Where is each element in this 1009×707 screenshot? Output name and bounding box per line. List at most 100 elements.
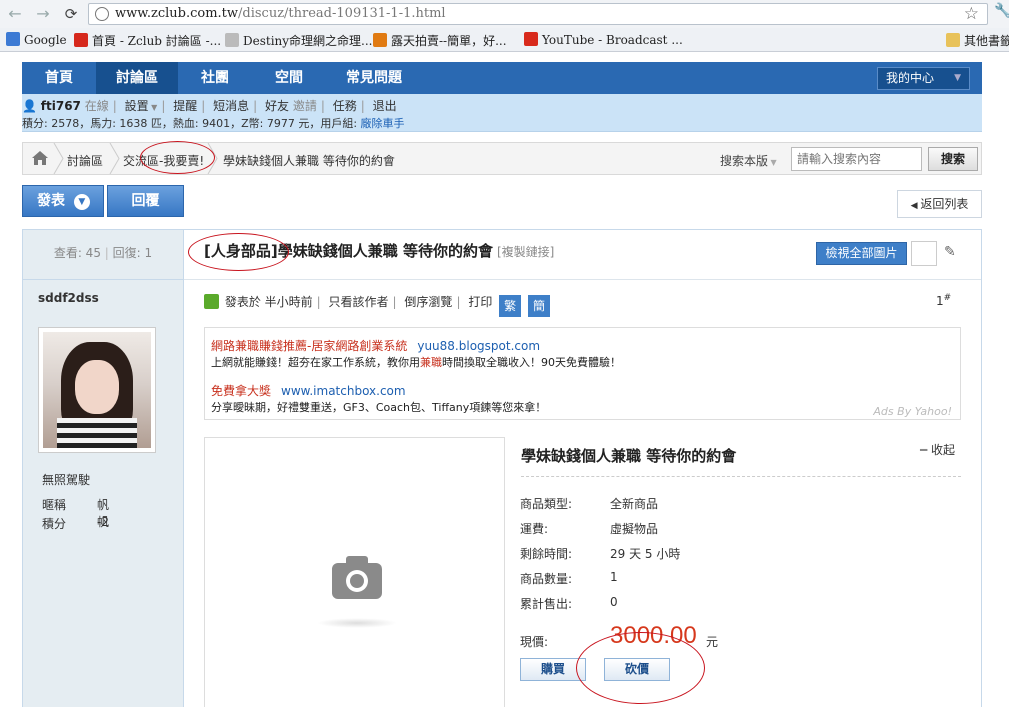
bookmark-google[interactable]: Google (6, 32, 67, 47)
thread-panel: 查看: 45 | 回復: 1 sddf2dss 無照駕駛 暱稱 帆帆 積分 -2 [… (22, 229, 982, 707)
sold-value: 0 (610, 595, 618, 609)
print-link[interactable]: 打印 (468, 295, 492, 309)
bookmarks-bar: Google 首頁 - Zclub 討論區 -... Destiny命理網之命理… (0, 28, 1009, 52)
bookmark-other[interactable]: 其他書籤 (946, 32, 1009, 49)
quantity-label: 商品數量: (520, 572, 573, 586)
crumb-board[interactable]: 交流區-我要賣! (123, 152, 204, 169)
new-post-label: 發表 (37, 193, 65, 209)
ads-by-label[interactable]: Ads By Yahoo! (873, 405, 952, 418)
folder-icon (946, 33, 960, 47)
globe-icon (95, 7, 109, 21)
triangle-left-icon: ◀ (910, 201, 921, 211)
user-icon: 👤 (22, 99, 37, 113)
sold-label: 累計售出: (520, 597, 573, 611)
logout-link[interactable]: 退出 (373, 99, 397, 113)
messages-link[interactable]: 短消息 (213, 99, 249, 113)
friends-link[interactable]: 好友 (265, 99, 289, 113)
chevron-right-icon (109, 143, 120, 174)
bookmark-zclub[interactable]: 首頁 - Zclub 討論區 -... (74, 32, 221, 49)
ad-box: 網路兼職賺錢推薦-居家網路創業系統 yuu88.blogspot.com 上網就能… (204, 327, 961, 420)
my-center-label: 我的中心 (886, 71, 935, 85)
price-unit: 元 (706, 635, 719, 649)
bookmark-destiny[interactable]: Destiny命理網之命理... (225, 32, 373, 49)
copy-link[interactable]: [複製鏈接] (497, 245, 554, 259)
ad-1-title[interactable]: 網路兼職賺錢推薦-居家網路創業系統 yuu88.blogspot.com (211, 337, 540, 354)
bookmark-ruten[interactable]: 露天拍賣--簡單，好... (373, 32, 507, 49)
chevron-down-icon: ▼ (954, 73, 961, 83)
price-label: 現價: (520, 635, 549, 649)
tasks-link[interactable]: 任務 (333, 99, 357, 113)
price-value: 3000.00 (610, 622, 697, 649)
product-type-label: 商品類型: (520, 497, 573, 511)
url-host: www.zclub.com.tw (115, 6, 239, 21)
view-all-images-button[interactable]: 檢視全部圖片 (816, 242, 907, 265)
bookmark-star-icon[interactable]: ☆ (964, 4, 979, 24)
my-center-menu[interactable]: 我的中心 ▼ (877, 67, 970, 90)
wrench-icon[interactable]: 🔧 (994, 3, 1009, 19)
avatar-photo (43, 332, 151, 448)
product-title: 學妹缺錢個人兼職 等待你的約會 (521, 447, 737, 465)
new-post-button[interactable]: 發表 ▼ (22, 185, 104, 217)
replies-count: 回復: 1 (112, 246, 153, 260)
chevron-right-icon (53, 143, 64, 174)
only-author-link[interactable]: 只看該作者 (329, 295, 389, 309)
crumb-forum[interactable]: 討論區 (67, 152, 103, 169)
credits-text: 積分: 2578，馬力: 1638 匹，熱血: 9401，Z幣: 7977 元，… (22, 117, 361, 130)
bookmark-youtube[interactable]: YouTube - Broadcast ... (524, 32, 683, 47)
search-scope-select[interactable]: 搜索本版 ▼ (720, 152, 777, 169)
pen-icon[interactable]: ✎ (944, 244, 956, 260)
thread-stats: 查看: 45 | 回復: 1 (23, 230, 183, 280)
home-icon[interactable] (31, 150, 49, 166)
shipping-value: 虛擬物品 (610, 522, 659, 536)
invite-link[interactable]: 邀請 (293, 99, 317, 113)
simplified-chinese-button[interactable]: 簡 (527, 295, 550, 317)
topic-header: [人身部品]學妹缺錢個人兼職 等待你的約會 [複製鏈接] 檢視全部圖片 ✎ (184, 230, 981, 280)
avatar[interactable] (38, 327, 156, 453)
reply-button[interactable]: 回覆 (107, 185, 184, 217)
post-status-icon (204, 294, 219, 309)
camera-icon (332, 556, 382, 599)
reload-icon[interactable]: ⟳ (60, 3, 82, 25)
username-link[interactable]: fti767 (41, 99, 81, 113)
back-icon[interactable]: ← (4, 3, 26, 25)
browser-toolbar: ← → ⟳ www.zclub.com.tw/discuz/thread-109… (0, 0, 1009, 28)
buy-button[interactable]: 購買 (520, 658, 586, 681)
crumb-thread: 學妹缺錢個人兼職 等待你的約會 (223, 154, 395, 168)
back-to-list-button[interactable]: ◀ 返回列表 (897, 190, 982, 218)
search-button[interactable]: 搜索 (928, 147, 978, 171)
traditional-chinese-button[interactable]: 繁 (499, 295, 522, 317)
settings-link[interactable]: 設置 (125, 99, 149, 113)
ad-2-title[interactable]: 免費拿大獎 www.imatchbox.com (211, 382, 406, 399)
url-path: /discuz/thread-109131-1-1.html (238, 6, 446, 21)
google-icon (6, 32, 20, 46)
destiny-icon (225, 33, 239, 47)
mini-button[interactable] (911, 241, 937, 266)
user-bar: 👤 fti767 在線 | 設置 ▼ | 提醒 | 短消息 | 好友 邀請 | 任務 | 退… (22, 94, 982, 132)
nav-forum[interactable]: 討論區 (96, 62, 178, 94)
nav-home[interactable]: 首頁 (22, 62, 96, 94)
author-name[interactable]: sddf2dss (38, 291, 99, 305)
search-input[interactable] (791, 147, 922, 171)
nav-faq[interactable]: 常見問題 (326, 62, 422, 94)
address-bar[interactable]: www.zclub.com.tw/discuz/thread-109131-1-… (88, 3, 988, 25)
online-status: 在線 (84, 99, 109, 113)
topic-title: [人身部品]學妹缺錢個人兼職 等待你的約會 [複製鏈接] (204, 240, 554, 261)
floor-number[interactable]: 1# (936, 293, 951, 308)
product-type-value: 全新商品 (610, 497, 659, 511)
forward-icon[interactable]: → (32, 3, 54, 25)
reminders-link[interactable]: 提醒 (173, 99, 197, 113)
nav-clubs[interactable]: 社團 (178, 62, 252, 94)
chevron-right-icon (207, 143, 218, 174)
topic-title-text: 學妹缺錢個人兼職 等待你的約會 (277, 242, 493, 260)
quantity-value: 1 (610, 570, 618, 584)
nav-space[interactable]: 空間 (252, 62, 326, 94)
bargain-button[interactable]: 砍價 (604, 658, 670, 681)
author-field-nickname: 暱稱 帆帆 (42, 498, 110, 529)
product-image-placeholder[interactable] (204, 437, 505, 707)
collapse-toggle[interactable]: ━ 收起 (920, 441, 955, 458)
topic-category-tag: [人身部品] (204, 242, 278, 260)
user-group-link[interactable]: 廠除車手 (361, 117, 405, 130)
reverse-order-link[interactable]: 倒序瀏覽 (404, 295, 452, 309)
ad-1-description: 上網就能賺錢！超夯在家工作系統，教你用兼職時間換取全職收入！90天免費體驗！ (211, 356, 621, 369)
posted-time: 發表於 半小時前 (224, 295, 313, 309)
